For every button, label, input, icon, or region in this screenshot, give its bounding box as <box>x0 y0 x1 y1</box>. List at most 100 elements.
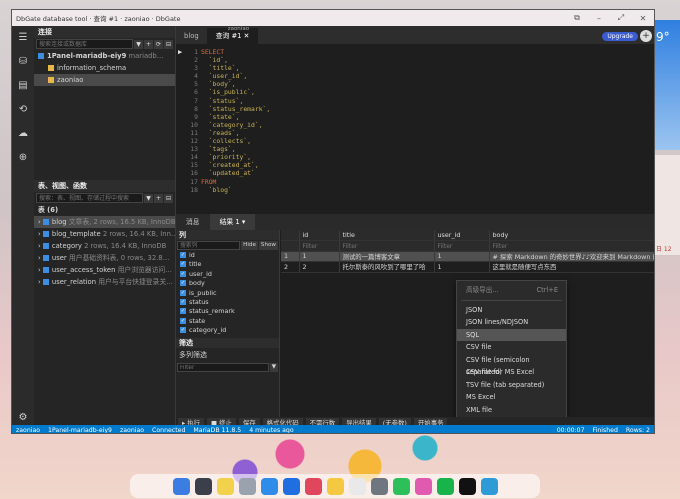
hide-button[interactable]: Hide <box>241 241 258 250</box>
filter-input-body[interactable] <box>492 242 654 250</box>
code-line[interactable]: `user_id`, <box>201 72 270 80</box>
filter-cell[interactable] <box>489 240 654 252</box>
menu-item-sql[interactable]: SQL <box>457 328 566 341</box>
code-line[interactable]: `status`, <box>201 97 270 105</box>
filter-icon[interactable]: ▼ <box>144 193 153 203</box>
cell-id[interactable]: 2 <box>299 261 340 273</box>
browser-icon[interactable] <box>260 477 278 495</box>
tree-db-information-schema[interactable]: information_schema <box>34 62 175 74</box>
dbgate-icon[interactable] <box>480 477 498 495</box>
column-item[interactable]: ✓ category_id <box>176 326 279 335</box>
checkbox-icon[interactable]: ✓ <box>180 308 186 315</box>
code-line[interactable]: `body`, <box>201 80 270 88</box>
filter-cell[interactable] <box>339 240 435 252</box>
column-item[interactable]: ✓ user_id <box>176 270 279 279</box>
column-item[interactable]: ✓ body <box>176 279 279 288</box>
grid-header-user-id[interactable]: user_id <box>434 230 490 241</box>
close-icon[interactable]: ✕ <box>632 14 654 23</box>
connection-search-input[interactable] <box>36 39 133 49</box>
cell-title[interactable]: 测试的一篇博客文章 <box>339 251 435 262</box>
column-item[interactable]: ✓ title <box>176 260 279 269</box>
table-row[interactable]: 2 2 托尔斯泰的风吹到了哪里了哈 1 这里就是随便写点东西 <box>281 261 654 273</box>
add-connection-icon[interactable]: + <box>144 39 153 49</box>
code-line[interactable]: SELECT <box>201 48 270 56</box>
code-line[interactable]: `created_at`, <box>201 161 270 169</box>
files-icon[interactable] <box>194 477 212 495</box>
cell-id[interactable]: 1 <box>299 251 340 262</box>
column-item[interactable]: ✓ id <box>176 251 279 260</box>
settings-app-icon[interactable] <box>370 477 388 495</box>
code-line[interactable]: `state`, <box>201 113 270 121</box>
code-line[interactable]: `tags`, <box>201 145 270 153</box>
table-item-user-access-token[interactable]: › user_access_token 用户浏览器访问… <box>34 264 175 276</box>
add-icon[interactable]: + <box>154 193 163 203</box>
cell-body[interactable]: # 探索 Markdown 的奇妙世界♪♪欢迎来到 Markdown 的 <box>489 251 654 262</box>
code-line[interactable]: `reads`, <box>201 129 270 137</box>
table-item-category[interactable]: › category 2 rows, 16.4 KB, InnoDB <box>34 240 175 252</box>
code-line[interactable]: `is_public`, <box>201 88 270 96</box>
menu-item-json[interactable]: JSON <box>457 304 566 317</box>
checkbox-icon[interactable]: ✓ <box>180 261 186 268</box>
notes-icon[interactable] <box>216 477 234 495</box>
cell-user-id[interactable]: 1 <box>434 251 490 262</box>
checkbox-icon[interactable]: ✓ <box>180 252 186 258</box>
table-item-blog[interactable]: › blog 文章表, 2 rows, 16.5 KB, InnoDB <box>34 216 175 228</box>
tab-query-1[interactable]: zaoniao 查询 #1 ✕ <box>207 26 259 44</box>
trash-icon[interactable] <box>238 477 256 495</box>
file-icon[interactable]: ▤ <box>12 74 34 98</box>
code-line[interactable]: `title`, <box>201 64 270 72</box>
column-item[interactable]: ✓ state <box>176 317 279 326</box>
table-item-user[interactable]: › user 用户基础资料表, 0 rows, 32.8… <box>34 252 175 264</box>
table-item-blog-template[interactable]: › blog_template 2 rows, 16.4 KB, Inn… <box>34 228 175 240</box>
share-icon[interactable]: ⧉ <box>566 13 588 23</box>
menu-item-tsv[interactable]: TSV file (tab separated) <box>457 379 566 392</box>
checkbox-icon[interactable]: ✓ <box>180 317 186 324</box>
grid-header-body[interactable]: body <box>489 230 654 241</box>
table-row[interactable]: 1 1 测试的一篇博客文章 1 # 探索 Markdown 的奇妙世界♪♪欢迎来… <box>281 251 654 262</box>
filter-cell[interactable] <box>299 240 340 252</box>
tree-db-zaoniao[interactable]: zaoniao <box>34 74 175 86</box>
collapse-icon[interactable]: ⊟ <box>164 39 173 49</box>
menu-item-csv[interactable]: CSV file <box>457 341 566 354</box>
code-line[interactable]: `collects`, <box>201 137 270 145</box>
history-icon[interactable]: ⟲ <box>12 98 34 122</box>
code-line[interactable]: `priority`, <box>201 153 270 161</box>
tab-messages[interactable]: 消息 <box>176 214 210 230</box>
filter-input-user-id[interactable] <box>437 242 488 250</box>
tables-search-input[interactable] <box>36 193 143 203</box>
status-db[interactable]: zaoniao <box>16 427 40 434</box>
calendar-icon[interactable] <box>348 477 366 495</box>
sql-editor[interactable]: ▶ 1 2 3 4 5 6 7 8 9 10 11 12 13 14 15 16 17 18 SELECT `id… <box>176 44 654 214</box>
refresh-icon[interactable]: ⟳ <box>154 39 163 49</box>
code-line[interactable]: `category_id`, <box>201 121 270 129</box>
sql-code[interactable]: SELECT `id`, `title`, `user_id`, `body`,… <box>201 48 270 194</box>
tree-connection[interactable]: 1Panel-mariadb-eiy9 mariadb… <box>34 50 175 62</box>
code-line[interactable]: `id`, <box>201 56 270 64</box>
checkbox-icon[interactable]: ✓ <box>180 298 186 305</box>
menu-item-csv-semicolon[interactable]: CSV file (semicolon separated) <box>457 354 566 377</box>
menu-item-xml[interactable]: XML file <box>457 404 566 417</box>
code-line[interactable]: FROM <box>201 178 270 186</box>
table-item-user-relation[interactable]: › user_relation 用户与平台快捷登录关… <box>34 276 175 288</box>
filter-input[interactable] <box>177 363 269 372</box>
database-icon[interactable]: ⛁ <box>12 50 34 74</box>
app-icon[interactable] <box>414 477 432 495</box>
cell-user-id[interactable]: 1 <box>434 261 490 273</box>
filter-dropdown-icon[interactable]: ▼ <box>269 363 278 372</box>
collapse-icon[interactable]: ⊟ <box>164 193 173 203</box>
checkbox-icon[interactable]: ✓ <box>180 280 186 287</box>
messages-icon[interactable] <box>392 477 410 495</box>
filter-cell[interactable] <box>434 240 490 252</box>
app-launcher-icon[interactable] <box>172 477 190 495</box>
filter-icon[interactable]: ▼ <box>134 39 143 49</box>
menu-item-advanced-export[interactable]: 高级导出... Ctrl+E <box>457 284 566 297</box>
cloud-icon[interactable]: ☁ <box>12 122 34 146</box>
cell-title[interactable]: 托尔斯泰的风吹到了哪里了哈 <box>339 261 435 273</box>
code-line[interactable]: `blog` <box>201 186 270 194</box>
grid-header-id[interactable]: id <box>299 230 340 241</box>
tables-header[interactable]: 表 (6) <box>34 204 175 216</box>
minimize-icon[interactable]: – <box>588 14 610 23</box>
add-icon[interactable]: ⊕ <box>12 146 34 170</box>
checkbox-icon[interactable]: ✓ <box>180 270 186 277</box>
cell-body[interactable]: 这里就是随便写点东西 <box>489 261 654 273</box>
